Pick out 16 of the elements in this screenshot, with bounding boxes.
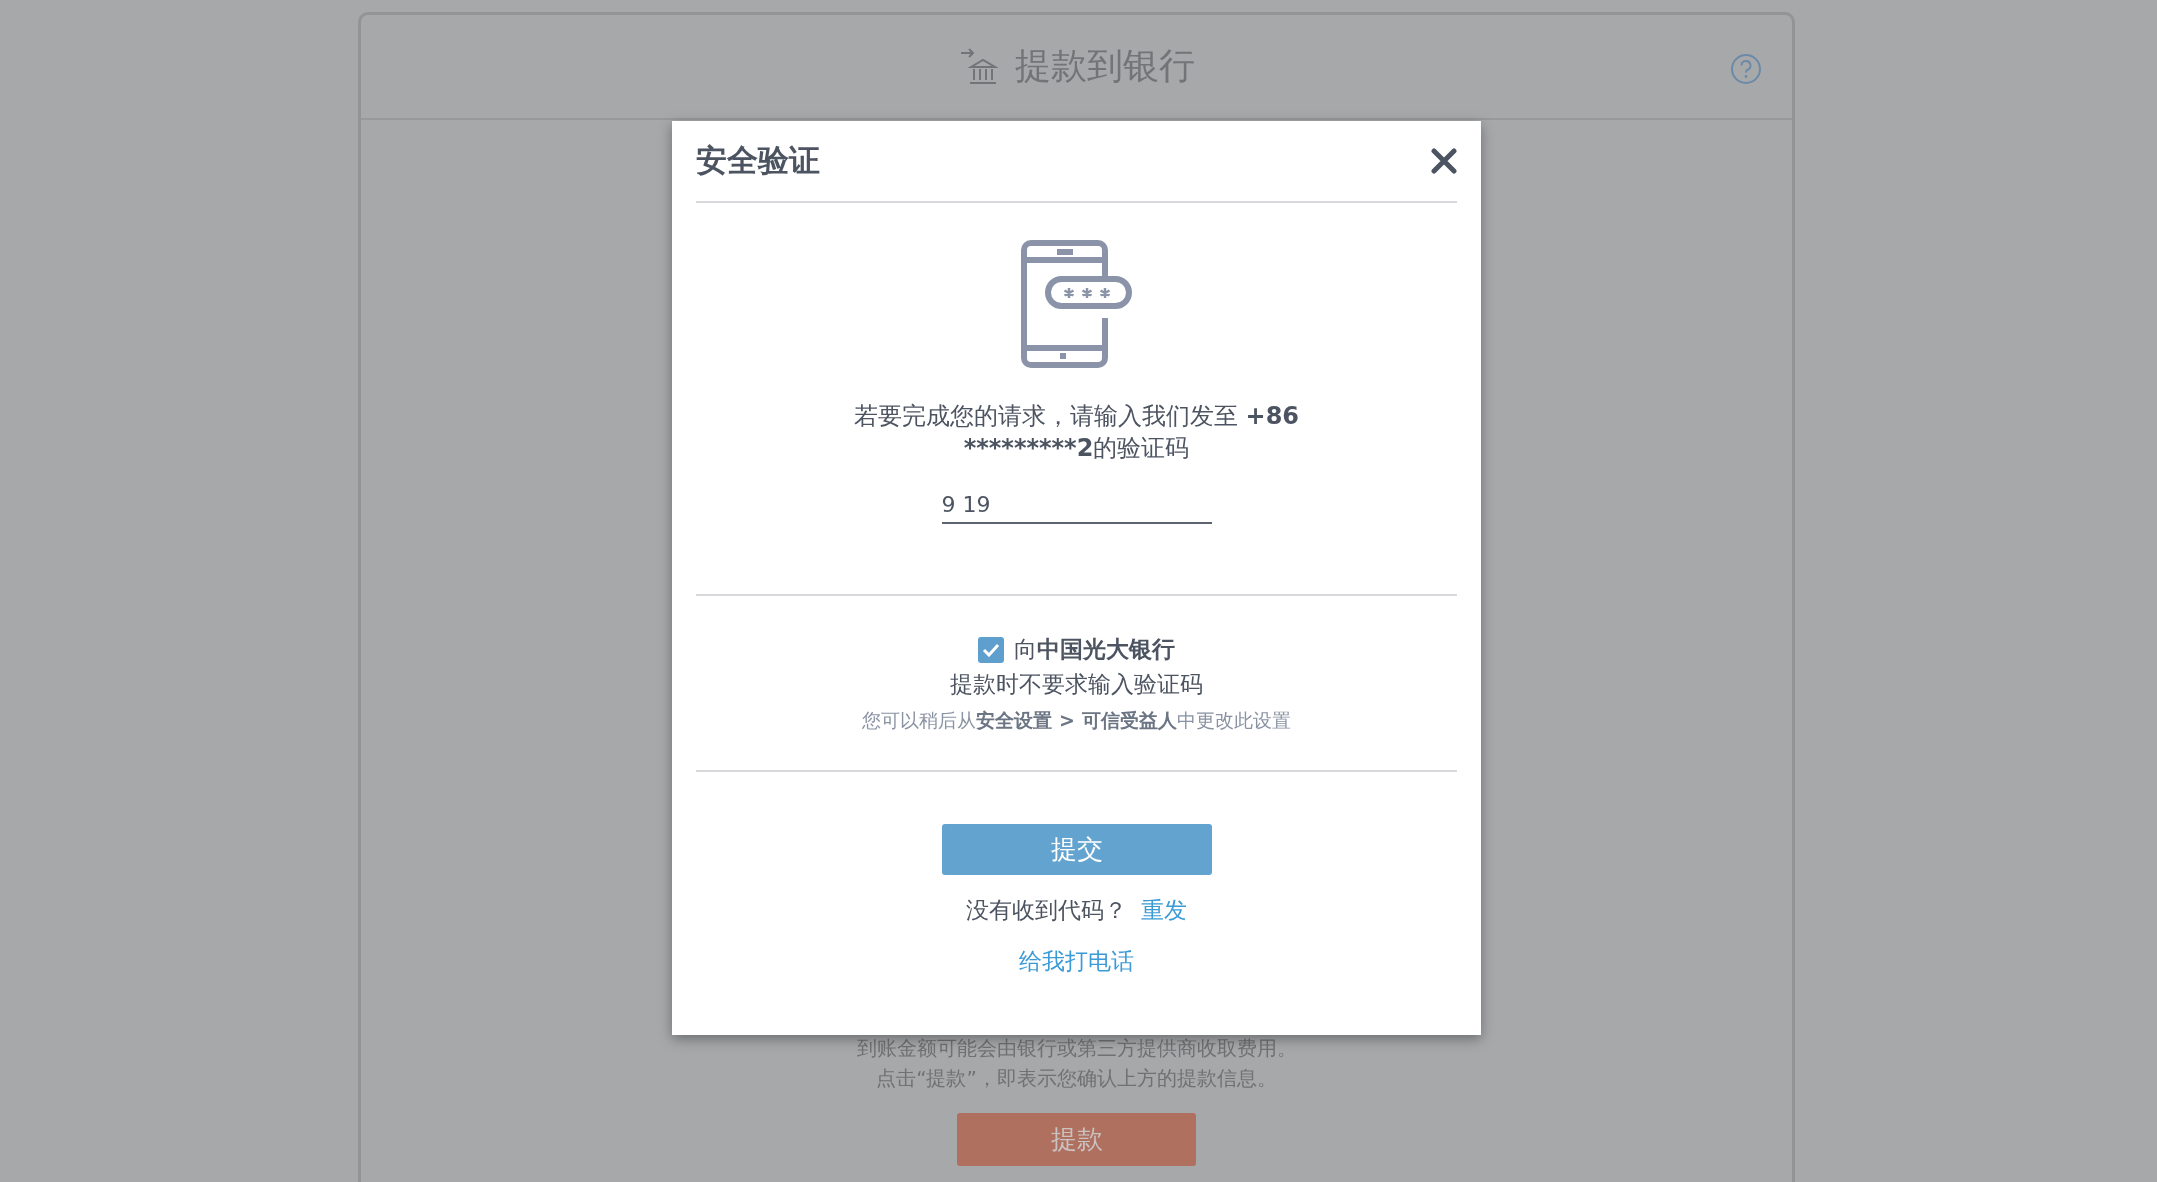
checkmark-icon: [982, 642, 1000, 657]
submit-button[interactable]: 提交: [941, 824, 1212, 875]
withdraw-button[interactable]: 提款: [957, 1113, 1196, 1166]
trust-label-line: 提款时不要求输入验证码: [950, 670, 1203, 699]
dialog-title: 安全验证: [696, 141, 820, 180]
resend-link[interactable]: 重发: [1141, 895, 1187, 926]
help-icon[interactable]: [1730, 53, 1762, 85]
close-icon[interactable]: [1431, 148, 1457, 174]
no-code-text: 没有收到代码？: [966, 896, 1127, 925]
bank-icon: [958, 46, 1001, 87]
phone-code-icon: [1020, 240, 1133, 368]
trust-label: 向中国光大银行: [1014, 635, 1175, 664]
settings-hint: 您可以稍后从安全设置 > 可信受益人中更改此设置: [862, 708, 1291, 733]
call-me-link[interactable]: 给我打电话: [1019, 946, 1134, 977]
trust-checkbox[interactable]: [978, 636, 1004, 663]
instruction-text: 若要完成您的请求，请输入我们发至 +86 *********2的验证码: [852, 401, 1301, 464]
